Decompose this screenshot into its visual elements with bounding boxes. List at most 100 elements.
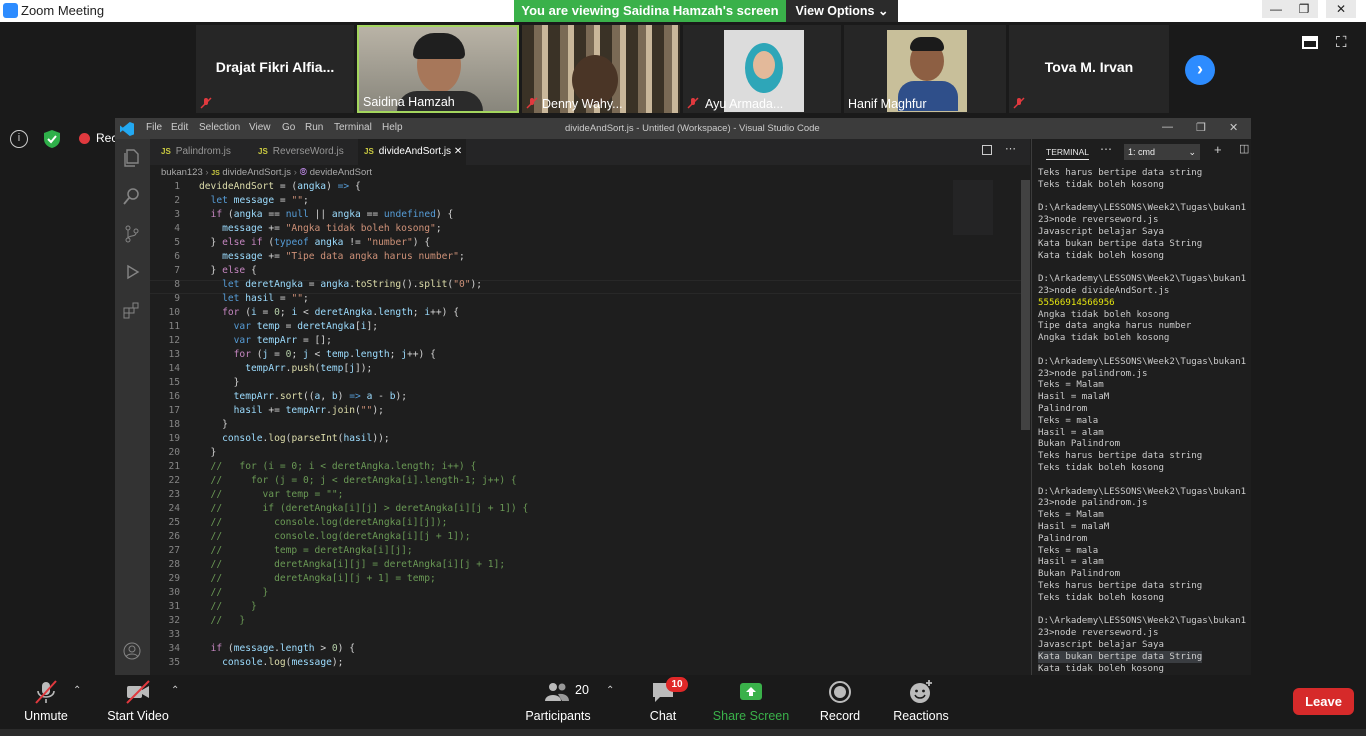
gallery-view-icon[interactable] <box>1302 36 1318 49</box>
participant-hair <box>910 37 944 51</box>
menu-terminal[interactable]: Terminal <box>334 122 372 133</box>
menu-view[interactable]: View <box>249 122 271 133</box>
code-text: // console.log(deretAngka[i][j]); <box>199 516 448 530</box>
view-options-button[interactable]: View Options ⌄ <box>786 0 898 22</box>
menu-go[interactable]: Go <box>282 122 295 133</box>
terminal-line: Teks = Malam <box>1038 380 1104 391</box>
line-number: 6 <box>174 251 180 262</box>
code-token: = <box>268 349 286 360</box>
code-text: } <box>199 446 217 460</box>
code-token: ]; <box>366 321 379 332</box>
code-token: tempArr <box>245 363 286 374</box>
code-token: = ( <box>274 181 298 192</box>
account-icon[interactable] <box>123 642 141 660</box>
participant-tile-active[interactable]: Saidina Hamzah <box>357 25 519 113</box>
split-editor-icon[interactable] <box>982 145 992 155</box>
breadcrumb-separator-icon: › <box>293 167 297 178</box>
code-text: // deretAngka[i][j + 1] = temp; <box>199 572 436 586</box>
vscode-minimize-button[interactable]: — <box>1162 121 1173 133</box>
split-terminal-icon[interactable]: ◫ <box>1239 142 1249 155</box>
terminal-line: Angka tidak boleh kosong <box>1038 333 1170 344</box>
code-token: ) <box>337 391 350 402</box>
explorer-icon[interactable] <box>123 149 141 167</box>
editor-scrollbar[interactable] <box>1021 180 1030 430</box>
terminal-line: Teks = mala <box>1038 415 1099 426</box>
extensions-icon[interactable] <box>123 301 141 319</box>
fullscreen-icon[interactable]: ⛶ <box>1336 34 1347 51</box>
start-video-button[interactable]: Start Video <box>104 679 172 723</box>
participant-tile[interactable]: Drajat Fikri Alfia... <box>196 25 354 113</box>
tab-palindrom[interactable]: JS Palindrom.js <box>155 139 253 165</box>
unmute-button[interactable]: Unmute <box>18 679 74 723</box>
participant-tile[interactable]: Denny Wahy... <box>522 25 680 113</box>
line-number: 33 <box>168 629 180 640</box>
vscode-restore-button[interactable]: ❐ <box>1196 121 1206 134</box>
menu-edit[interactable]: Edit <box>171 122 188 133</box>
menu-help[interactable]: Help <box>382 122 403 133</box>
search-icon[interactable] <box>123 187 141 205</box>
tab-reverseword[interactable]: JS ReverseWord.js <box>252 139 358 165</box>
terminal-tab[interactable]: TERMINAL <box>1046 147 1089 160</box>
code-token: message <box>233 195 275 206</box>
close-button[interactable]: ✕ <box>1326 0 1356 18</box>
menu-file[interactable]: File <box>146 122 162 133</box>
terminal-output[interactable]: Teks harus bertipe data string Teks tidak… <box>1038 167 1251 675</box>
code-token: (( <box>302 391 315 402</box>
code-editor[interactable]: 1 devideAndSort = (angka) => {2 let messa… <box>150 180 1030 675</box>
code-token: "0" <box>453 279 471 290</box>
minimap[interactable] <box>953 180 993 235</box>
code-token: > <box>314 643 332 654</box>
participants-chevron-icon[interactable]: ⌃ <box>606 685 614 696</box>
participant-tile[interactable]: Hanif Maghfur <box>844 25 1006 113</box>
vscode-close-button[interactable]: ✕ <box>1229 121 1238 134</box>
breadcrumb-symbol[interactable]: devideAndSort <box>310 167 372 178</box>
next-participants-arrow-icon[interactable]: › <box>1185 55 1215 85</box>
code-token: => <box>349 391 361 402</box>
audio-options-chevron-icon[interactable]: ⌃ <box>73 685 81 696</box>
code-token: console <box>222 433 263 444</box>
breadcrumb-folder[interactable]: bukan123 <box>161 167 203 178</box>
reactions-button[interactable]: Reactions <box>892 679 950 723</box>
encryption-shield-icon[interactable] <box>44 130 60 148</box>
source-control-icon[interactable] <box>123 225 141 243</box>
chevron-down-icon: ⌄ <box>1188 147 1196 157</box>
os-taskbar-edge <box>0 729 1366 736</box>
code-token: temp <box>256 321 280 332</box>
new-terminal-icon[interactable]: + <box>1214 142 1222 157</box>
code-token: message <box>222 223 263 234</box>
muted-mic-icon <box>1013 97 1025 109</box>
terminal-shell-select[interactable]: 1: cmd ⌄ <box>1124 144 1200 160</box>
code-token: angka <box>297 181 327 192</box>
code-token: ); <box>372 405 384 416</box>
more-actions-icon[interactable]: ⋯ <box>1005 142 1016 155</box>
close-tab-icon[interactable]: ✕ <box>454 146 462 157</box>
terminal-line: 23>node reverseword.js <box>1038 215 1159 226</box>
terminal-line: Teks harus bertipe data string <box>1038 581 1203 591</box>
share-screen-button[interactable]: Share Screen <box>712 679 790 723</box>
terminal-more-icon[interactable]: ⋯ <box>1100 142 1112 156</box>
tab-divideandsort[interactable]: JS divideAndSort.js ✕ <box>358 139 466 165</box>
minimize-button[interactable]: — <box>1262 0 1290 18</box>
terminal-line: Teks = mala <box>1038 545 1099 556</box>
participant-tile[interactable]: Ayu Armada... <box>683 25 841 113</box>
terminal-line: D:\Arkademy\LESSONS\Week2\Tugas\bukan1 <box>1038 203 1247 214</box>
participants-button[interactable]: 20 Participants <box>524 679 592 723</box>
menu-run[interactable]: Run <box>305 122 323 133</box>
line-number: 35 <box>168 657 180 668</box>
line-number: 3 <box>174 209 180 220</box>
breadcrumb-file[interactable]: divideAndSort.js <box>222 167 291 178</box>
record-button[interactable]: Record <box>816 679 864 723</box>
video-options-chevron-icon[interactable]: ⌃ <box>171 685 179 696</box>
maximize-button[interactable]: ❐ <box>1290 0 1318 18</box>
leave-meeting-button[interactable]: Leave <box>1293 688 1354 715</box>
participant-tile[interactable]: Tova M. Irvan <box>1009 25 1169 113</box>
run-debug-icon[interactable] <box>123 263 141 281</box>
menu-selection[interactable]: Selection <box>199 122 240 133</box>
code-token: join <box>331 405 355 416</box>
code-token: // var temp = ""; <box>199 489 344 500</box>
meeting-info-icon[interactable]: i <box>10 130 28 148</box>
code-token: message <box>222 251 263 262</box>
code-text: hasil += tempArr.join(""); <box>199 404 384 418</box>
code-text: tempArr.push(temp[j]); <box>199 362 372 376</box>
